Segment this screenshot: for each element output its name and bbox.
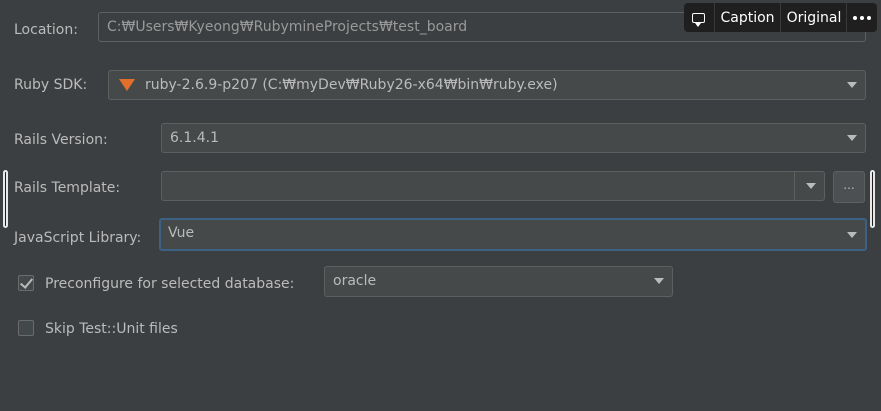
left-resize-handle[interactable] xyxy=(3,170,8,228)
checkmark-icon xyxy=(19,275,34,289)
skip-test-label: Skip Test::Unit files xyxy=(45,321,178,337)
js-library-select[interactable]: Vue xyxy=(159,218,867,251)
js-library-label: JavaScript Library: xyxy=(14,230,142,246)
more-options-icon xyxy=(853,15,872,20)
comment-button[interactable] xyxy=(684,3,715,32)
browse-template-button[interactable]: ... xyxy=(833,171,865,203)
js-library-value: Vue xyxy=(168,225,195,241)
rails-template-label: Rails Template: xyxy=(14,180,121,196)
rails-version-value: 6.1.4.1 xyxy=(170,130,219,146)
chevron-down-icon xyxy=(847,82,857,88)
original-label: Original xyxy=(786,9,842,26)
ruby-sdk-label: Ruby SDK: xyxy=(14,77,88,93)
preconfigure-checkbox[interactable] xyxy=(18,275,34,291)
chevron-down-icon xyxy=(847,135,857,141)
speech-bubble-icon xyxy=(692,12,706,27)
ruby-icon xyxy=(119,79,135,91)
original-button[interactable]: Original xyxy=(781,3,848,32)
chevron-down-icon xyxy=(654,278,664,284)
chevron-down-icon xyxy=(806,183,816,189)
image-overlay-toolbar: Caption Original xyxy=(684,3,877,32)
rails-version-label: Rails Version: xyxy=(14,132,108,148)
browse-label: ... xyxy=(843,178,855,192)
preconfigure-label: Preconfigure for selected database: xyxy=(45,276,295,292)
rails-version-select[interactable]: 6.1.4.1 xyxy=(161,123,866,153)
ruby-sdk-value: ruby-2.6.9-p207 (C:₩myDev₩Ruby26-x64₩bin… xyxy=(145,77,558,93)
template-separator xyxy=(794,171,795,201)
right-resize-handle[interactable] xyxy=(870,170,875,228)
rails-template-select[interactable] xyxy=(161,171,825,201)
chevron-down-icon xyxy=(847,232,857,238)
database-select[interactable]: oracle xyxy=(324,266,673,297)
location-label: Location: xyxy=(14,22,78,38)
skip-test-checkbox[interactable] xyxy=(18,320,34,336)
location-value: C:₩Users₩Kyeong₩RubymineProjects₩test_bo… xyxy=(107,19,468,35)
more-button[interactable] xyxy=(847,3,877,32)
caption-label: Caption xyxy=(720,9,775,26)
database-value: oracle xyxy=(333,273,377,289)
caption-button[interactable]: Caption xyxy=(715,3,782,32)
ruby-sdk-select[interactable]: ruby-2.6.9-p207 (C:₩myDev₩Ruby26-x64₩bin… xyxy=(108,70,866,100)
